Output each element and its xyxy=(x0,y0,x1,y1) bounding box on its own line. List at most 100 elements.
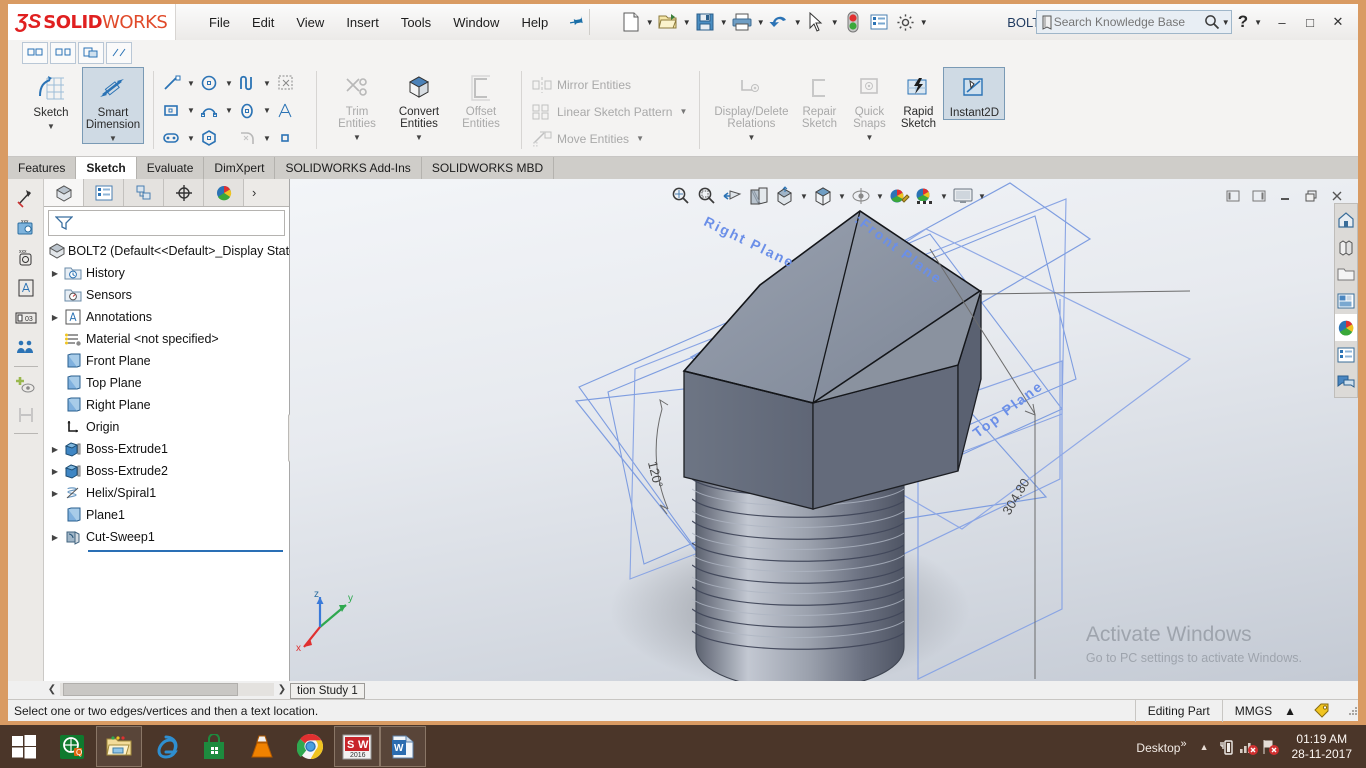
slot-dropdown[interactable]: ▼ xyxy=(185,134,197,143)
trim-entities-button[interactable]: Trim Entities ▼ xyxy=(326,67,388,142)
mirror-entities-button[interactable]: Mirror Entities xyxy=(527,71,694,98)
design-library-icon[interactable] xyxy=(1335,233,1357,260)
tree-item-history[interactable]: ▶ History xyxy=(48,262,289,284)
previous-view-icon[interactable] xyxy=(720,184,746,208)
viewport-restore-icon[interactable] xyxy=(1298,184,1324,208)
feature-manager-more[interactable]: › xyxy=(244,179,289,206)
hide-show-items-icon[interactable] xyxy=(848,184,874,208)
appearances-scenes-icon[interactable] xyxy=(1335,314,1357,341)
polygon-tool[interactable] xyxy=(197,125,235,151)
tree-item-cut-sweep1[interactable]: ▶ Cut-Sweep1 xyxy=(48,526,289,548)
apply-scene-dropdown[interactable]: ▼ xyxy=(938,192,950,201)
view-sketch-relations-icon[interactable] xyxy=(12,183,40,213)
rectangle-dropdown[interactable]: ▼ xyxy=(185,106,197,115)
custom-properties-icon[interactable] xyxy=(1335,341,1357,368)
repair-sketch-button[interactable]: Repair Sketch xyxy=(793,67,845,130)
motion-study-tab[interactable]: tion Study 1 xyxy=(290,683,365,699)
sketch-mini-icon-3[interactable] xyxy=(78,42,104,64)
view-sketch-dimensions-icon[interactable] xyxy=(12,400,40,430)
tree-item-boss-extrude1[interactable]: ▶ Boss-Extrude1 xyxy=(48,438,289,460)
line-tool[interactable]: ▼ xyxy=(159,70,197,96)
quick-snaps-button[interactable]: Quick Snaps ▼ xyxy=(845,67,893,142)
tab-solidworks-mbd[interactable]: SOLIDWORKS MBD xyxy=(421,157,555,179)
status-units-arrow[interactable]: ▲ xyxy=(1284,700,1302,722)
taskbar-microsoft-word-icon[interactable]: W xyxy=(380,726,426,767)
tree-item-annotations[interactable]: ▶ Annotations xyxy=(48,306,289,328)
open-document-dropdown[interactable]: ▼ xyxy=(681,8,692,36)
help-button[interactable]: ? xyxy=(1232,12,1254,32)
undo-icon[interactable] xyxy=(766,8,792,36)
status-units[interactable]: MMGS xyxy=(1221,700,1284,722)
save-document-icon[interactable] xyxy=(692,8,718,36)
hide-show-items-icon[interactable]: xxx xyxy=(12,213,40,243)
tree-item-front-plane[interactable]: Front Plane xyxy=(48,350,289,372)
open-document-icon[interactable] xyxy=(655,8,681,36)
select-dropdown[interactable]: ▼ xyxy=(829,8,840,36)
text-tool[interactable] xyxy=(273,98,311,124)
tree-item-material[interactable]: Material <not specified> xyxy=(48,328,289,350)
instant2d-button[interactable]: Instant2D xyxy=(943,67,1006,120)
file-explorer-icon[interactable] xyxy=(1335,260,1357,287)
menu-item-file[interactable]: File xyxy=(198,11,241,34)
apply-scene-icon[interactable] xyxy=(912,184,938,208)
feature-tree-hscrollbar[interactable]: ❮ ❯ xyxy=(44,681,290,697)
sketch-dropdown[interactable]: ▼ xyxy=(47,122,55,131)
view-palette-icon[interactable] xyxy=(1335,287,1357,314)
view-origins-icon[interactable] xyxy=(12,333,40,363)
help-dropdown[interactable]: ▼ xyxy=(1254,18,1268,27)
slot-tool[interactable]: ▼ xyxy=(159,125,197,151)
restore-right-icon[interactable] xyxy=(1246,184,1272,208)
scroll-left-arrow[interactable]: ❮ xyxy=(44,684,60,695)
linear-sketch-pattern-dropdown[interactable]: ▼ xyxy=(672,107,694,116)
tree-expander-boss-extrude2[interactable]: ▶ xyxy=(48,467,62,476)
pin-icon[interactable] xyxy=(565,11,587,34)
new-document-dropdown[interactable]: ▼ xyxy=(644,8,655,36)
tree-item-sensors[interactable]: Sensors xyxy=(48,284,289,306)
sketch-mini-icon-1[interactable] xyxy=(22,42,48,64)
tab-sketch[interactable]: Sketch xyxy=(76,157,137,179)
menu-item-help[interactable]: Help xyxy=(510,11,559,34)
rollback-bar[interactable] xyxy=(88,550,283,552)
menu-item-insert[interactable]: Insert xyxy=(335,11,390,34)
hide-show-items-dropdown[interactable]: ▼ xyxy=(874,192,886,201)
line-dropdown[interactable]: ▼ xyxy=(185,79,197,88)
tags-icon[interactable] xyxy=(1302,700,1342,722)
undo-dropdown[interactable]: ▼ xyxy=(792,8,803,36)
edit-appearance-icon[interactable] xyxy=(886,184,912,208)
tree-expander-helix-spiral1[interactable]: ▶ xyxy=(48,489,62,498)
network-icon[interactable] xyxy=(1238,738,1260,756)
print-document-icon[interactable] xyxy=(729,8,755,36)
forum-icon[interactable] xyxy=(1335,368,1357,395)
search-dropdown[interactable]: ▼ xyxy=(1220,18,1230,27)
rectangle-tool[interactable]: ▼ xyxy=(159,98,197,124)
ellipse-tool[interactable]: ▼ xyxy=(235,98,273,124)
action-center-icon[interactable] xyxy=(1260,738,1282,756)
circle-tool[interactable]: ▼ xyxy=(197,70,235,96)
sketch-button[interactable]: Sketch ▼ xyxy=(20,67,82,132)
scroll-right-arrow[interactable]: ❯ xyxy=(274,684,290,695)
trim-region-tool[interactable] xyxy=(273,70,311,96)
feature-tree-filter[interactable] xyxy=(48,210,285,236)
display-style-dropdown[interactable]: ▼ xyxy=(836,192,848,201)
smart-dimension-button[interactable]: Smart Dimension ▼ xyxy=(82,67,144,144)
view-settings-icon[interactable] xyxy=(950,184,976,208)
point-tool[interactable] xyxy=(273,125,311,151)
taskbar-chrome-icon[interactable] xyxy=(286,725,334,768)
tab-solidworks-add-ins[interactable]: SOLIDWORKS Add-Ins xyxy=(275,157,422,179)
spline-dropdown[interactable]: ▼ xyxy=(261,79,273,88)
property-manager-tab[interactable] xyxy=(84,179,124,206)
linear-sketch-pattern-button[interactable]: Linear Sketch Pattern ▼ xyxy=(527,98,694,125)
settings-dropdown[interactable]: ▼ xyxy=(918,8,929,36)
zoom-to-area-icon[interactable] xyxy=(694,184,720,208)
menu-item-view[interactable]: View xyxy=(285,11,335,34)
home-icon[interactable] xyxy=(1335,206,1357,233)
quick-snaps-dropdown[interactable]: ▼ xyxy=(865,133,873,142)
spline-tool[interactable]: ▼ xyxy=(235,70,273,96)
smart-dimension-dropdown[interactable]: ▼ xyxy=(109,134,117,143)
restore-left-icon[interactable] xyxy=(1220,184,1246,208)
scroll-thumb[interactable] xyxy=(63,682,238,696)
taskbar-quick-heal-icon[interactable]: Q xyxy=(48,725,96,768)
hide-all-types-icon[interactable] xyxy=(12,370,40,400)
menu-item-edit[interactable]: Edit xyxy=(241,11,285,34)
taskbar-windows-store-icon[interactable] xyxy=(190,725,238,768)
